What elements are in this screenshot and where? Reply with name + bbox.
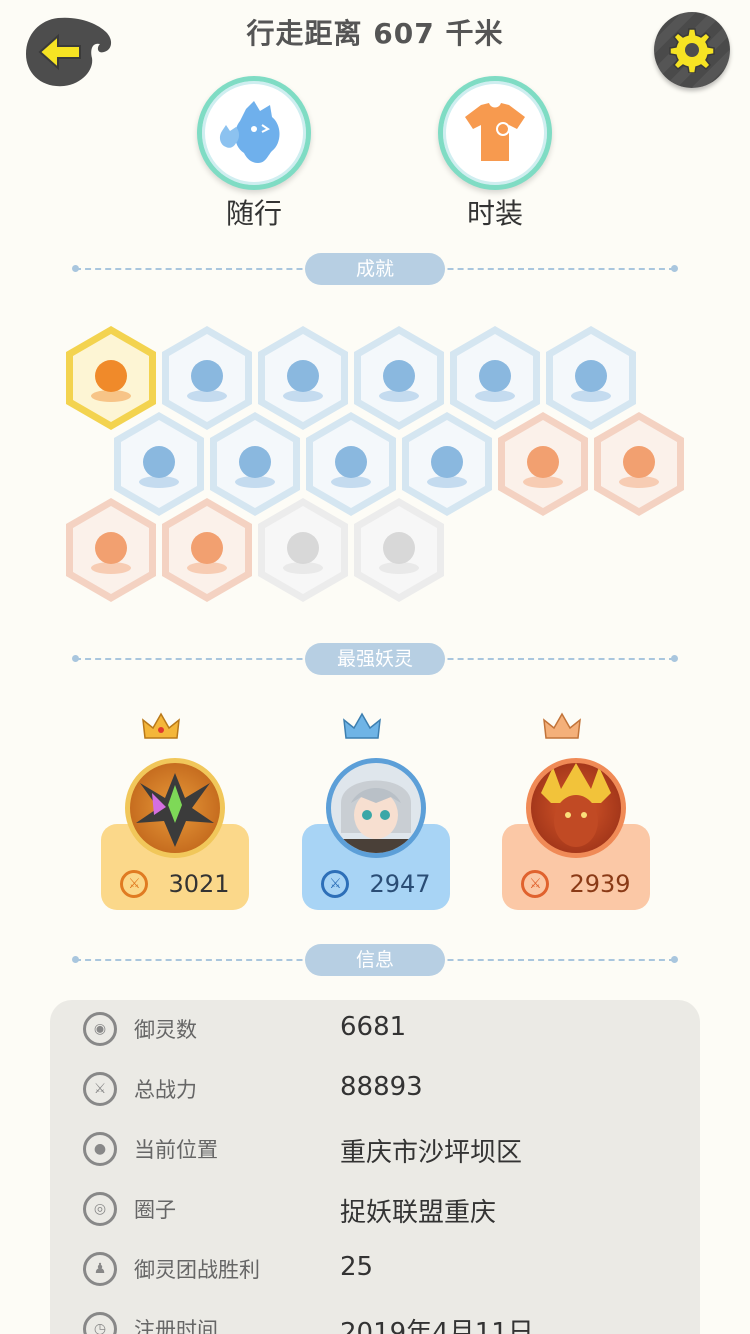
yinyang-wave-badge[interactable] bbox=[114, 412, 204, 516]
spirit-score: ⚔ 2947 bbox=[302, 870, 450, 898]
gear-icon bbox=[669, 28, 715, 73]
achievements-section-title: 成就 bbox=[305, 253, 445, 285]
info-value: 25 bbox=[340, 1252, 374, 1282]
ox-badge[interactable] bbox=[66, 498, 156, 602]
sword-icon: ⚔ bbox=[83, 1072, 117, 1106]
crown-icon bbox=[343, 712, 381, 739]
moon-badge[interactable] bbox=[354, 326, 444, 430]
sword-icon: ⚔ bbox=[521, 870, 550, 898]
info-row-circle: ◎ 圈子 捉妖联盟重庆 bbox=[50, 1180, 700, 1240]
circle-target-icon: ◎ bbox=[83, 1192, 117, 1226]
companion-item[interactable]: 随行 bbox=[197, 76, 311, 232]
crown-icon bbox=[543, 712, 581, 739]
spirit-card-2[interactable]: ⚔ 2947 bbox=[302, 712, 450, 912]
companion-label: 随行 bbox=[225, 197, 282, 230]
info-value: 2019年4月11日 bbox=[340, 1318, 534, 1334]
page-title: 行走距离 607 千米 bbox=[246, 17, 504, 50]
cart-badge[interactable] bbox=[498, 412, 588, 516]
sword-icon: ⚔ bbox=[120, 870, 149, 898]
fashion-circle[interactable] bbox=[438, 76, 552, 190]
companion-circle[interactable] bbox=[197, 76, 311, 190]
settings-button[interactable] bbox=[654, 12, 730, 88]
strongest-section-title: 最强妖灵 bbox=[305, 643, 445, 675]
info-row-location: ● 当前位置 重庆市沙坪坝区 bbox=[50, 1120, 700, 1180]
info-row-power: ⚔ 总战力 88893 bbox=[50, 1060, 700, 1120]
info-value: 捉妖联盟重庆 bbox=[340, 1198, 497, 1228]
score-value: 3021 bbox=[168, 870, 230, 898]
fire-demon-avatar bbox=[526, 758, 626, 858]
orb-badge[interactable] bbox=[258, 326, 348, 430]
tshirt-icon bbox=[465, 103, 525, 161]
shield-badge[interactable] bbox=[594, 412, 684, 516]
info-label: 御灵数 bbox=[134, 1018, 197, 1042]
spirit-card-1[interactable]: ⚔ 3021 bbox=[101, 712, 249, 912]
info-row-team-wins: ♟ 御灵团战胜利 25 bbox=[50, 1240, 700, 1300]
info-label: 当前位置 bbox=[134, 1138, 218, 1162]
fox-book-badge[interactable] bbox=[354, 498, 444, 602]
cat-back-badge[interactable] bbox=[162, 498, 252, 602]
info-label: 御灵团战胜利 bbox=[134, 1258, 260, 1282]
fashion-label: 时装 bbox=[466, 197, 523, 230]
strongest-divider: 最强妖灵 bbox=[72, 643, 678, 675]
giraffe-badge[interactable] bbox=[258, 498, 348, 602]
clock-icon: ◷ bbox=[83, 1312, 117, 1334]
spirit-count-icon: ◉ bbox=[83, 1012, 117, 1046]
spirit-score: ⚔ 3021 bbox=[101, 870, 249, 898]
spirit-score: ⚔ 2939 bbox=[502, 870, 650, 898]
achievements-divider: 成就 bbox=[72, 253, 678, 285]
spirit-card-3[interactable]: ⚔ 2939 bbox=[502, 712, 650, 912]
crystal-ball-badge[interactable] bbox=[450, 326, 540, 430]
info-value: 6681 bbox=[340, 1012, 407, 1042]
cat-spirit-badge[interactable] bbox=[306, 412, 396, 516]
info-section-title: 信息 bbox=[305, 944, 445, 976]
info-label: 注册时间 bbox=[134, 1318, 218, 1334]
info-divider: 信息 bbox=[72, 944, 678, 976]
sneaker-badge[interactable] bbox=[162, 326, 252, 430]
fashion-item[interactable]: 时装 bbox=[438, 76, 552, 232]
crown-icon bbox=[142, 712, 180, 739]
location-pin-icon: ● bbox=[83, 1132, 117, 1166]
info-value: 重庆市沙坪坝区 bbox=[340, 1138, 523, 1168]
info-row-spirit-count: ◉ 御灵数 6681 bbox=[50, 1000, 700, 1060]
yinyang-book-badge[interactable] bbox=[402, 412, 492, 516]
crystal-monster-avatar bbox=[125, 758, 225, 858]
info-panel: ◉ 御灵数 6681 ⚔ 总战力 88893 ● 当前位置 重庆市沙坪坝区 ◎ … bbox=[50, 1000, 700, 1334]
crystal-badge[interactable] bbox=[546, 326, 636, 430]
score-value: 2947 bbox=[369, 870, 431, 898]
fox-face-badge[interactable] bbox=[66, 326, 156, 430]
girl-avatar bbox=[326, 758, 426, 858]
info-label: 总战力 bbox=[134, 1078, 197, 1102]
victory-figure-icon: ♟ bbox=[83, 1252, 117, 1286]
info-value: 88893 bbox=[340, 1072, 423, 1102]
sword-icon: ⚔ bbox=[321, 870, 350, 898]
score-value: 2939 bbox=[569, 870, 631, 898]
spirit-companion-icon bbox=[219, 101, 280, 163]
info-row-register-date: ◷ 注册时间 2019年4月11日 bbox=[50, 1300, 700, 1334]
info-label: 圈子 bbox=[134, 1198, 176, 1222]
spirit-badge[interactable] bbox=[210, 412, 300, 516]
